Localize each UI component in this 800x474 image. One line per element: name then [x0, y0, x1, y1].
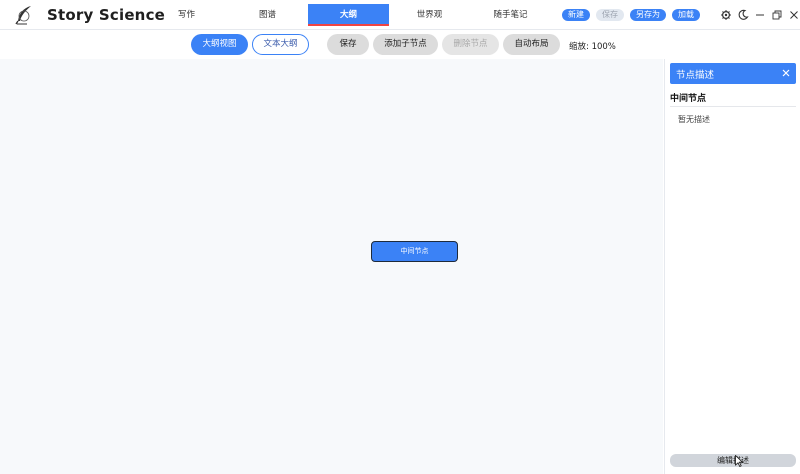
save-as-button[interactable]: 另存为	[630, 9, 666, 21]
node-description-panel: 节点描述 中间节点 暂无描述 编辑描述	[664, 59, 800, 474]
add-child-node-button[interactable]: 添加子节点	[373, 34, 438, 55]
title-bar: Story Science 写作 图谱 大纲 世界观 随手笔记 新建 保存 另存…	[0, 0, 800, 30]
node-description-text: 暂无描述	[678, 115, 710, 124]
new-button[interactable]: 新建	[562, 9, 590, 21]
selected-node-title: 中间节点	[670, 94, 707, 104]
panel-title: 节点描述	[676, 70, 715, 81]
edit-description-button[interactable]: 编辑描述	[670, 454, 796, 467]
tab-outline[interactable]: 大纲	[308, 4, 389, 26]
gear-icon[interactable]	[720, 9, 732, 21]
text-outline-button[interactable]: 文本大纲	[252, 34, 309, 55]
save-outline-button[interactable]: 保存	[327, 34, 369, 55]
close-icon[interactable]	[788, 9, 800, 21]
main-tabs: 写作 图谱 大纲 世界观 随手笔记	[146, 4, 551, 26]
window-controls	[720, 9, 800, 21]
save-button[interactable]: 保存	[596, 9, 624, 21]
auto-layout-button[interactable]: 自动布局	[503, 34, 560, 55]
mouse-pointer-icon	[735, 455, 743, 467]
close-panel-icon[interactable]	[781, 68, 791, 78]
outline-node[interactable]: 中间节点	[371, 241, 458, 262]
tab-notes[interactable]: 随手笔记	[470, 4, 551, 26]
load-button[interactable]: 加载	[672, 9, 700, 21]
outline-canvas[interactable]: 中间节点	[0, 59, 663, 474]
moon-icon[interactable]	[737, 9, 749, 21]
header-actions: 新建 保存 另存为 加载	[562, 9, 700, 21]
tab-writing[interactable]: 写作	[146, 4, 227, 26]
panel-header: 节点描述	[670, 63, 796, 84]
tab-worldview[interactable]: 世界观	[389, 4, 470, 26]
quill-feather-icon	[15, 6, 31, 25]
minimize-icon[interactable]	[754, 9, 766, 21]
tab-graph[interactable]: 图谱	[227, 4, 308, 26]
restore-icon[interactable]	[771, 9, 783, 21]
zoom-level: 缩放: 100%	[569, 42, 616, 52]
divider	[670, 106, 796, 107]
delete-node-button[interactable]: 删除节点	[442, 34, 499, 55]
outline-view-button[interactable]: 大纲视图	[191, 34, 248, 55]
outline-toolbar: 大纲视图 文本大纲 保存 添加子节点 删除节点 自动布局 缩放: 100%	[0, 31, 800, 59]
